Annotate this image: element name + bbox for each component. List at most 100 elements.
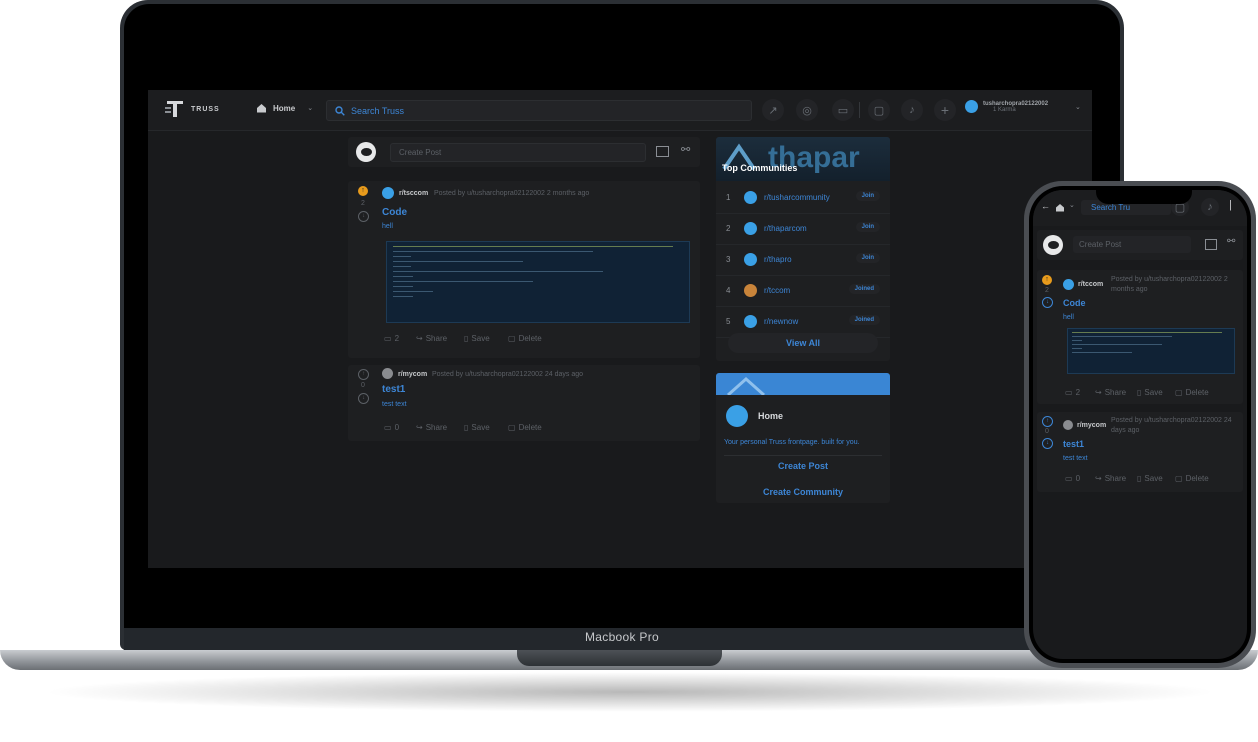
community-rank: 4 bbox=[726, 286, 731, 295]
join-button[interactable]: Join bbox=[855, 253, 880, 263]
post-card[interactable]: ↑ 0 ↓ r/mycom Posted by u/tusharchopra02… bbox=[1037, 412, 1243, 492]
downvote-icon[interactable]: ↓ bbox=[1042, 297, 1053, 308]
upvote-icon[interactable]: ↑ bbox=[1042, 275, 1052, 285]
save-button[interactable]: ▯ Save bbox=[464, 423, 490, 432]
logo[interactable]: TRUSS bbox=[164, 100, 220, 118]
post-community[interactable]: r/mycom bbox=[1077, 422, 1106, 429]
delete-button[interactable]: ▢ Delete bbox=[508, 334, 542, 343]
create-post-button[interactable]: Create Post bbox=[724, 457, 882, 475]
post-code-image bbox=[1067, 328, 1235, 374]
home-dropdown[interactable]: Home ⌄ bbox=[256, 103, 313, 113]
trash-icon: ▢ bbox=[508, 334, 516, 343]
join-button[interactable]: Joined bbox=[848, 284, 880, 294]
share-label: Share bbox=[425, 334, 448, 343]
view-all-button[interactable]: View All bbox=[728, 333, 878, 353]
post-community[interactable]: r/tsccom bbox=[399, 190, 428, 197]
search-bar[interactable]: Search Truss bbox=[326, 100, 752, 121]
link-icon[interactable]: ⚯ bbox=[1227, 236, 1235, 247]
video-icon[interactable]: ▭ bbox=[832, 99, 854, 121]
image-icon[interactable] bbox=[656, 146, 669, 157]
community-name[interactable]: r/newnow bbox=[764, 317, 798, 326]
home-label: Home bbox=[273, 103, 296, 113]
post-community[interactable]: r/tccom bbox=[1078, 281, 1103, 288]
save-label: Save bbox=[471, 334, 490, 343]
post-title[interactable]: test1 bbox=[382, 384, 405, 395]
post-code-image bbox=[386, 241, 690, 323]
chat-icon[interactable]: ▢ bbox=[868, 99, 890, 121]
vote-count: 0 bbox=[361, 382, 365, 389]
create-community-button[interactable]: Create Community bbox=[724, 483, 882, 501]
logo-text: TRUSS bbox=[191, 105, 220, 113]
avatar bbox=[356, 142, 376, 162]
community-name[interactable]: r/tusharcommunity bbox=[764, 193, 830, 202]
community-row[interactable]: 1 r/tusharcommunity Join bbox=[716, 183, 890, 214]
user-menu[interactable]: tusharchopra02122002 1 Karma ⌄ bbox=[965, 100, 1081, 113]
community-name[interactable]: r/thapro bbox=[764, 255, 792, 264]
create-post-input[interactable]: Create Post bbox=[390, 143, 646, 162]
search-input[interactable]: Search Tru bbox=[1091, 203, 1130, 212]
delete-button[interactable]: ▢ Delete bbox=[1175, 474, 1209, 483]
downvote-icon[interactable]: ↓ bbox=[358, 393, 369, 404]
post-community[interactable]: r/mycom bbox=[398, 371, 427, 378]
post-title[interactable]: Code bbox=[382, 207, 407, 218]
share-label: Share bbox=[1104, 474, 1127, 483]
post-title[interactable]: Code bbox=[1063, 298, 1086, 308]
post-card[interactable]: ↑ 2 ↓ r/tsccom Posted by u/tusharchopra0… bbox=[348, 181, 700, 358]
comments-button[interactable]: ▭ 0 bbox=[384, 423, 399, 432]
join-button[interactable]: Join bbox=[855, 191, 880, 201]
link-icon[interactable]: ⚯ bbox=[681, 143, 690, 156]
create-post-input[interactable]: Create Post bbox=[1073, 236, 1191, 253]
downvote-icon[interactable]: ↓ bbox=[1042, 438, 1053, 449]
community-icon bbox=[382, 368, 393, 379]
share-button[interactable]: ↪ Share bbox=[416, 423, 447, 432]
share-button[interactable]: ↪ Share bbox=[416, 334, 447, 343]
post-card[interactable]: ↑ 0 ↓ r/mycom Posted by u/tusharchopra02… bbox=[348, 365, 700, 441]
community-name[interactable]: r/thaparcom bbox=[764, 224, 807, 233]
join-button[interactable]: Join bbox=[855, 222, 880, 232]
comments-button[interactable]: ▭ 2 bbox=[384, 334, 399, 343]
save-button[interactable]: ▯ Save bbox=[1137, 388, 1163, 397]
banner-shape-icon bbox=[727, 376, 765, 395]
comments-button[interactable]: ▭ 2 bbox=[1065, 388, 1080, 397]
share-button[interactable]: ↪ Share bbox=[1095, 388, 1126, 397]
home-icon[interactable] bbox=[1055, 203, 1065, 212]
community-row[interactable]: 4 r/tccom Joined bbox=[716, 276, 890, 307]
save-button[interactable]: ▯ Save bbox=[1137, 474, 1163, 483]
home-banner bbox=[716, 373, 890, 395]
delete-button[interactable]: ▢ Delete bbox=[1175, 388, 1209, 397]
image-icon[interactable] bbox=[1205, 239, 1217, 250]
post-meta: Posted by u/tusharchopra02122002 2 month… bbox=[1111, 276, 1228, 293]
home-card: Home Your personal Truss frontpage. buil… bbox=[716, 373, 890, 503]
community-row[interactable]: 2 r/thaparcom Join bbox=[716, 214, 890, 245]
upvote-icon[interactable]: ↑ bbox=[358, 186, 368, 196]
all-icon[interactable]: ◎ bbox=[796, 99, 818, 121]
comment-count: 2 bbox=[394, 334, 400, 343]
community-icon bbox=[1063, 420, 1073, 430]
popular-icon[interactable]: ↗ bbox=[762, 99, 784, 121]
community-name[interactable]: r/tccom bbox=[764, 286, 790, 295]
save-button[interactable]: ▯ Save bbox=[464, 334, 490, 343]
avatar bbox=[1043, 235, 1063, 255]
back-icon[interactable]: ← bbox=[1041, 201, 1050, 211]
top-communities-card: thapar Top Communities 1 r/tusharcommunit… bbox=[716, 137, 890, 361]
post-title[interactable]: test1 bbox=[1063, 439, 1084, 449]
community-row[interactable]: 3 r/thapro Join bbox=[716, 245, 890, 276]
plus-icon[interactable]: + bbox=[934, 99, 956, 121]
bell-icon[interactable]: ♪ bbox=[901, 99, 923, 121]
comment-count: 2 bbox=[1075, 388, 1081, 397]
downvote-icon[interactable]: ↓ bbox=[358, 211, 369, 222]
join-button[interactable]: Joined bbox=[848, 315, 880, 325]
menu-icon[interactable]: | bbox=[1229, 199, 1232, 211]
share-button[interactable]: ↪ Share bbox=[1095, 474, 1126, 483]
community-icon bbox=[744, 191, 757, 204]
vote-count: 2 bbox=[1045, 287, 1049, 294]
delete-button[interactable]: ▢ Delete bbox=[508, 423, 542, 432]
bell-icon[interactable]: ♪ bbox=[1201, 198, 1219, 216]
upvote-icon[interactable]: ↑ bbox=[1042, 416, 1053, 427]
upvote-icon[interactable]: ↑ bbox=[358, 369, 369, 380]
comments-button[interactable]: ▭ 0 bbox=[1065, 474, 1080, 483]
community-icon bbox=[744, 315, 757, 328]
search-input[interactable]: Search Truss bbox=[351, 106, 404, 116]
top-header: TRUSS Home ⌄ Search Truss ↗ ◎ ▭ ▢ ♪ + tu… bbox=[148, 90, 1092, 131]
post-card[interactable]: ↑ 2 ↓ r/tccom Posted by u/tusharchopra02… bbox=[1037, 270, 1243, 404]
